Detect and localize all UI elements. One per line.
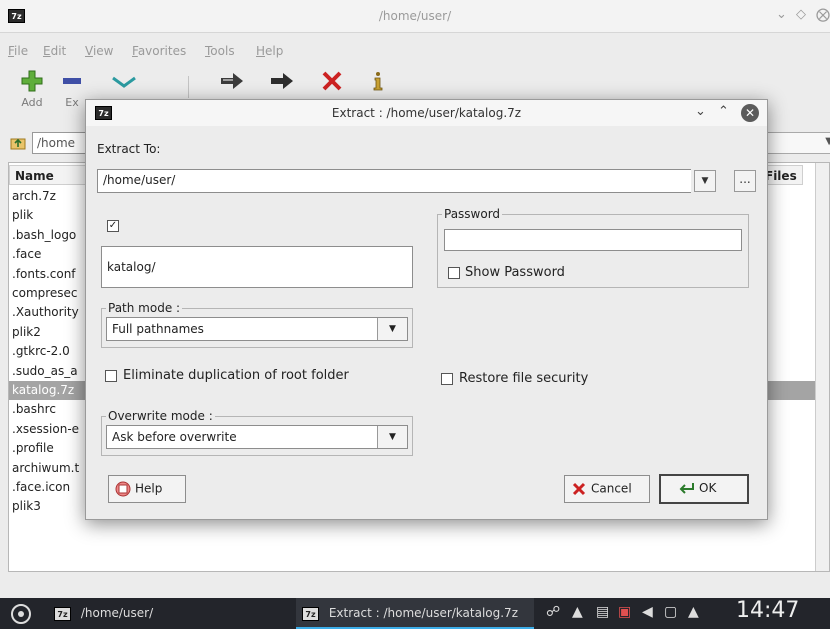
extract-to-dropdown[interactable]: ▼ [694, 170, 716, 192]
menu-help[interactable]: Help [256, 44, 283, 58]
menu-bar: File Edit View Favorites Tools Help [0, 41, 830, 61]
app-logo-icon: 7z [54, 607, 71, 621]
address-dropdown[interactable]: ▼ [764, 132, 830, 154]
enter-icon [679, 482, 694, 494]
taskbar-item-label: /home/user/ [80, 606, 154, 620]
app-launcher-button[interactable] [6, 598, 36, 629]
taskbar-item-label: Extract : /home/user/katalog.7z [328, 606, 518, 620]
copy-icon [221, 73, 243, 89]
test-icon [112, 76, 136, 88]
launcher-icon [11, 604, 31, 624]
chevron-down-icon: ▼ [825, 136, 830, 147]
path-mode-select[interactable]: Full pathnames ▼ [106, 317, 408, 341]
status-bar [0, 578, 830, 598]
chevron-down-icon: ▼ [701, 176, 709, 186]
dialog-titlebar: 7z Extract : /home/user/katalog.7z ⌄ ⌃ ✕ [86, 100, 767, 126]
taskbar-item-file-manager[interactable]: 7z /home/user/ [48, 598, 288, 629]
app-logo-icon: 7z [302, 607, 319, 621]
cancel-label: Cancel [591, 481, 632, 496]
expand-tray-icon[interactable]: ▲ [688, 604, 699, 620]
path-mode-group: Path mode : Full pathnames ▼ [101, 301, 413, 348]
overwrite-mode-value: Ask before overwrite [112, 430, 237, 444]
add-button[interactable]: Add [12, 70, 52, 120]
chevron-down-icon: ▼ [377, 426, 407, 448]
browse-button[interactable]: ... [734, 170, 756, 192]
add-label: Add [21, 96, 43, 109]
overwrite-mode-select[interactable]: Ask before overwrite ▼ [106, 425, 408, 449]
close-icon[interactable]: ✕ [741, 104, 759, 122]
restore-security-checkbox[interactable] [441, 373, 453, 385]
subfolder-checkbox[interactable]: ✓ [107, 220, 119, 232]
extract-to-label: Extract To: [97, 142, 161, 156]
column-name[interactable]: Name [9, 165, 89, 185]
show-password-label[interactable]: Show Password [465, 265, 565, 280]
update-icon[interactable]: ▲ [572, 604, 583, 620]
maximize-icon[interactable]: ⌃ [718, 104, 729, 119]
vertical-scrollbar[interactable] [815, 163, 829, 571]
main-window-titlebar: 7z /home/user/ ⌄ ◇ ⨂ [0, 0, 830, 33]
minimize-icon[interactable]: ⌄ [776, 7, 787, 22]
close-icon[interactable]: ⨂ [816, 7, 830, 23]
extract-to-input[interactable]: /home/user/ [97, 169, 691, 193]
overwrite-mode-group: Overwrite mode : Ask before overwrite ▼ [101, 409, 413, 456]
extract-icon [63, 78, 81, 84]
network-icon[interactable]: ☍ [546, 604, 560, 620]
taskbar-item-extract[interactable]: 7z Extract : /home/user/katalog.7z [296, 598, 534, 629]
chevron-down-icon: ▼ [377, 318, 407, 340]
password-group: Password Show Password [437, 207, 749, 288]
minimize-icon[interactable]: ⌄ [695, 104, 706, 119]
main-window-title: /home/user/ [378, 9, 452, 23]
clipboard-icon[interactable]: ▤ [596, 604, 609, 620]
restore-security-label[interactable]: Restore file security [459, 371, 588, 386]
help-label: Help [135, 481, 163, 496]
clock[interactable]: 14:47 [736, 598, 799, 623]
subfolder-name-input[interactable]: katalog/ [101, 246, 413, 288]
ok-button[interactable]: OK [659, 474, 749, 504]
toolbar-separator [188, 76, 189, 98]
show-password-checkbox[interactable] [448, 267, 460, 279]
help-icon [115, 481, 131, 497]
taskbar: 7z /home/user/ 7z Extract : /home/user/k… [0, 598, 830, 629]
menu-tools[interactable]: Tools [205, 44, 235, 58]
info-icon [373, 72, 383, 91]
volume-icon[interactable]: ◀ [642, 604, 653, 620]
maximize-icon[interactable]: ◇ [796, 7, 806, 22]
check-icon: ✓ [108, 220, 118, 231]
add-icon [21, 70, 43, 92]
dialog-title: Extract : /home/user/katalog.7z [331, 106, 522, 120]
menu-file[interactable]: File [8, 44, 28, 58]
help-button[interactable]: Help [108, 475, 186, 503]
cancel-icon [572, 482, 586, 496]
move-icon [271, 73, 293, 89]
delete-icon [322, 71, 342, 91]
password-input[interactable] [444, 229, 742, 251]
overwrite-mode-label: Overwrite mode : [106, 409, 215, 423]
extract-dialog: 7z Extract : /home/user/katalog.7z ⌄ ⌃ ✕… [85, 99, 768, 520]
path-mode-value: Full pathnames [112, 322, 204, 336]
eliminate-duplication-label[interactable]: Eliminate duplication of root folder [123, 368, 349, 383]
eliminate-duplication-checkbox[interactable] [105, 370, 117, 382]
menu-view[interactable]: View [85, 44, 113, 58]
folder-up-icon[interactable] [10, 135, 26, 151]
menu-favorites[interactable]: Favorites [132, 44, 186, 58]
cancel-button[interactable]: Cancel [564, 475, 650, 503]
ok-label: OK [699, 481, 717, 495]
battery-icon[interactable]: ▣ [618, 604, 631, 620]
password-label: Password [442, 207, 503, 221]
display-icon[interactable]: ▢ [664, 604, 677, 620]
path-mode-label: Path mode : [106, 301, 183, 315]
menu-edit[interactable]: Edit [43, 44, 66, 58]
